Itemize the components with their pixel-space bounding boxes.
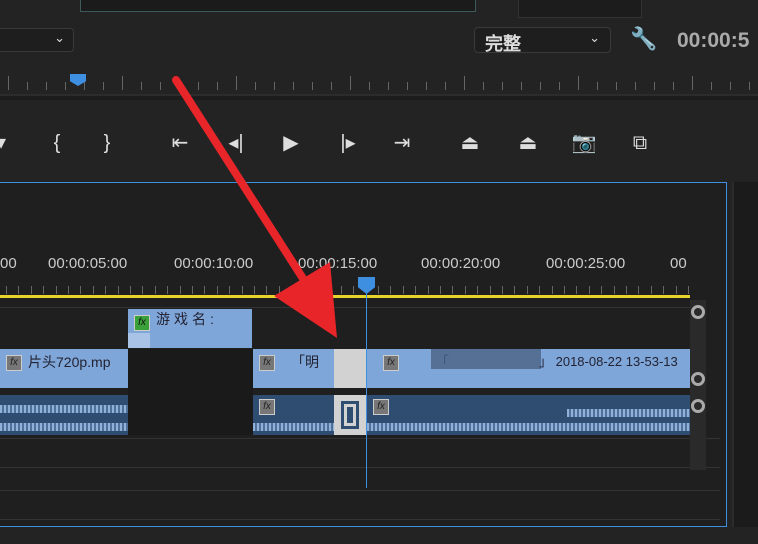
fx-badge: fx — [373, 399, 389, 415]
fx-badge: fx — [259, 399, 275, 415]
red-arrow-annotation — [172, 76, 337, 338]
